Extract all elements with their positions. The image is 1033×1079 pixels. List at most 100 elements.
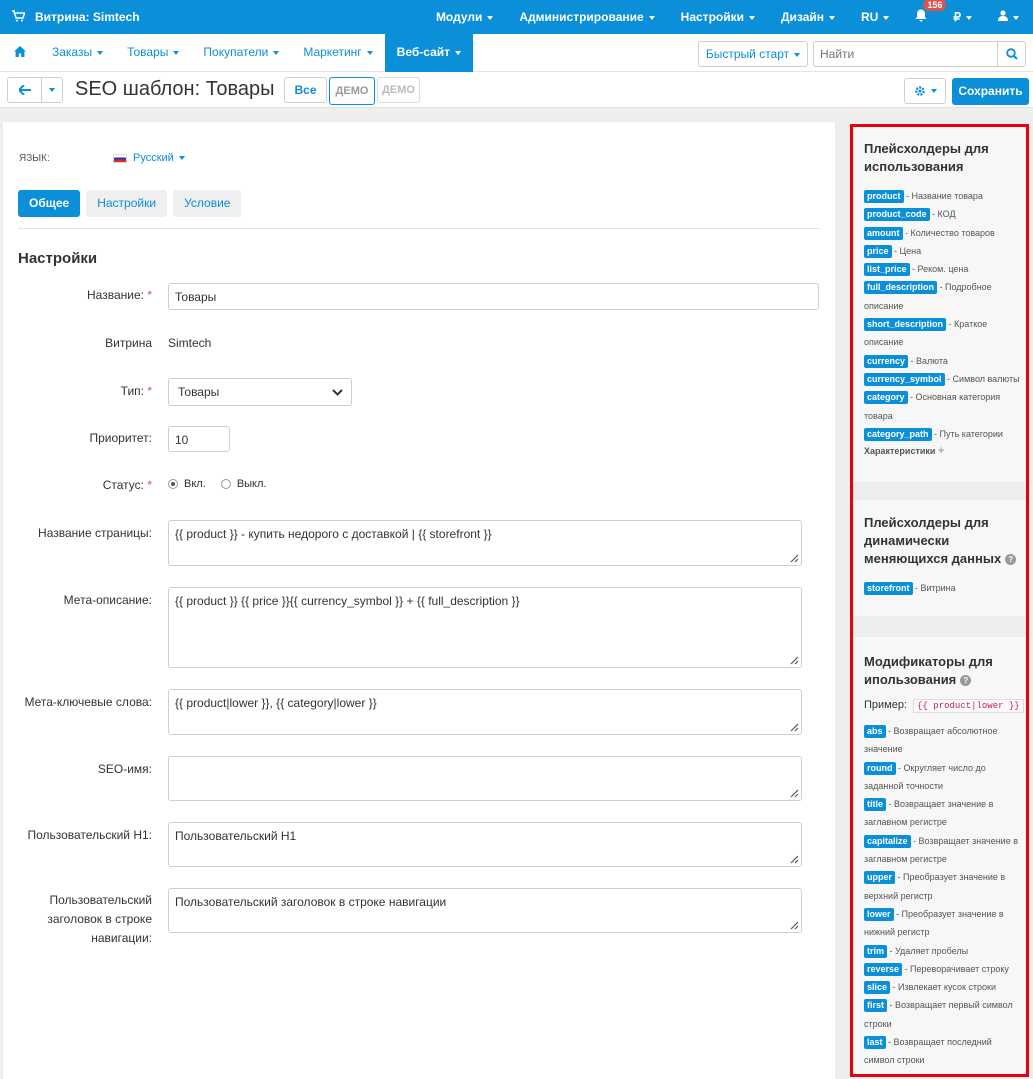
type-select[interactable]: Товары — [168, 378, 352, 406]
language-selector[interactable]: Русский — [113, 152, 185, 164]
search-input[interactable] — [814, 42, 998, 66]
placeholder-tag[interactable]: capitalize — [864, 834, 911, 848]
resize-handle-icon[interactable] — [789, 788, 799, 798]
placeholder-tag[interactable]: trim — [864, 944, 888, 958]
placeholder-tag[interactable]: currency — [864, 354, 909, 368]
title-bar: SEO шаблон: Товары Все ДЕМО ДЕМО Сохрани… — [0, 72, 1033, 108]
placeholder-tag[interactable]: category — [864, 391, 908, 405]
placeholder-tag[interactable]: storefront — [864, 582, 913, 595]
flag-ru-icon — [113, 153, 127, 163]
placeholder-tag[interactable]: first — [864, 999, 888, 1013]
meta-description-textarea[interactable]: {{ product }} {{ price }}{{ currency_sym… — [168, 587, 802, 668]
placeholder-tag[interactable]: short_description — [864, 318, 947, 332]
chevron-down-icon — [930, 89, 937, 93]
search-button[interactable] — [997, 42, 1025, 66]
dynamic-placeholders-title: Плейсхолдеры для динамически меняющихся … — [864, 514, 1026, 568]
placeholder-tag[interactable]: product — [864, 190, 904, 203]
resize-handle-icon[interactable] — [789, 553, 799, 563]
resize-handle-icon[interactable] — [789, 722, 799, 732]
placeholder-tag[interactable]: list_price — [864, 263, 910, 277]
placeholder-item: title - Возвращает значение в заглавном … — [864, 795, 1024, 832]
placeholder-item: category - Основная категория товара — [864, 388, 1022, 425]
placeholder-tag[interactable]: product_code — [864, 208, 930, 222]
placeholder-tag[interactable]: round — [864, 761, 896, 775]
menu-settings[interactable]: Настройки — [681, 10, 755, 24]
placeholder-item: capitalize - Возвращает значение в загла… — [864, 832, 1024, 869]
back-button[interactable] — [8, 78, 42, 102]
help-icon[interactable]: ? — [960, 675, 972, 687]
resize-handle-icon[interactable] — [789, 655, 799, 665]
nav-customers[interactable]: Покупатели — [191, 34, 291, 72]
placeholder-item: upper - Преобразует значение в верхний р… — [864, 868, 1024, 905]
menu-design[interactable]: Дизайн — [781, 10, 836, 24]
placeholder-description: - Название товара — [903, 191, 983, 201]
placeholder-tag[interactable]: slice — [864, 981, 891, 995]
chevron-down-icon — [173, 50, 180, 55]
store-switcher[interactable]: Витрина: Simtech — [12, 0, 140, 34]
resize-handle-icon[interactable] — [789, 920, 799, 930]
chevron-down-icon — [966, 15, 972, 20]
demo-button-2[interactable]: ДЕМО — [377, 77, 420, 103]
name-input[interactable]: Товары — [168, 283, 819, 310]
placeholder-item: currency_symbol - Символ валюты — [864, 370, 1022, 388]
placeholder-tag[interactable]: last — [864, 1036, 886, 1050]
help-icon[interactable]: ? — [1005, 554, 1017, 566]
meta-keywords-textarea[interactable]: {{ product|lower }}, {{ category|lower }… — [168, 689, 802, 735]
tab-settings[interactable]: Настройки — [86, 190, 168, 217]
nav-website[interactable]: Веб-сайт — [384, 34, 474, 72]
custom-h1-textarea[interactable]: Пользовательский H1 — [168, 822, 802, 867]
placeholder-tag[interactable]: lower — [864, 907, 894, 921]
menu-currency[interactable]: ₽ — [953, 10, 972, 24]
placeholder-tag[interactable]: reverse — [864, 962, 903, 976]
placeholder-tag[interactable]: full_description — [864, 281, 938, 295]
status-on-radio[interactable]: Вкл. — [168, 478, 206, 490]
settings-dropdown-button[interactable] — [904, 78, 946, 104]
status-radio-group: Вкл. Выкл. — [168, 478, 266, 490]
characteristics-toggle[interactable]: Характеристики + — [864, 442, 1026, 460]
chevron-down-icon — [455, 50, 462, 55]
user-menu[interactable] — [998, 10, 1019, 24]
menu-administration[interactable]: Администрирование — [519, 10, 655, 24]
custom-breadcrumb-textarea[interactable]: Пользовательский заголовок в строке нави… — [168, 888, 802, 933]
placeholder-item: round - Округляет число до заданной точн… — [864, 759, 1024, 796]
menu-language[interactable]: RU — [861, 10, 890, 24]
placeholder-description: - Цена — [891, 245, 922, 256]
tab-general[interactable]: Общее — [18, 190, 81, 217]
demo-button-1[interactable]: ДЕМО — [329, 77, 375, 105]
placeholder-description: - Символ валюты — [944, 373, 1020, 384]
quick-start-button[interactable]: Быстрый старт — [698, 41, 808, 67]
main-panel: ЯЗЫК: Русский Общее Настройки Условие На… — [3, 122, 835, 1079]
placeholder-tag[interactable]: category_path — [864, 427, 932, 441]
seo-name-textarea[interactable] — [168, 756, 802, 801]
tabs: Общее Настройки Условие — [18, 190, 247, 217]
placeholder-item: price - Цена — [864, 242, 1022, 260]
resize-handle-icon[interactable] — [789, 854, 799, 864]
storefront-label: Витрина — [105, 336, 152, 350]
placeholder-tag[interactable]: abs — [864, 725, 886, 738]
home-link[interactable] — [0, 34, 40, 72]
priority-input[interactable]: 10 — [168, 426, 230, 452]
chevron-down-icon — [748, 15, 755, 20]
status-off-radio[interactable]: Выкл. — [220, 478, 266, 490]
placeholder-tag[interactable]: currency_symbol — [864, 372, 945, 386]
modifiers-list: abs - Возвращает абсолютное значение roun… — [864, 722, 1026, 1070]
placeholder-tag[interactable]: upper — [864, 871, 896, 885]
placeholder-tag[interactable]: price — [864, 244, 892, 258]
notifications-button[interactable]: 156 — [915, 0, 947, 25]
save-button[interactable]: Сохранить — [952, 78, 1029, 105]
placeholder-item: storefront - Витрина — [864, 579, 1026, 597]
nav-marketing[interactable]: Маркетинг — [291, 34, 384, 72]
nav-products[interactable]: Товары — [115, 34, 191, 72]
chevron-down-icon — [1013, 15, 1019, 20]
all-button[interactable]: Все — [284, 77, 327, 103]
placeholder-tag[interactable]: title — [864, 798, 887, 812]
menu-modules[interactable]: Модули — [436, 10, 494, 24]
back-dropdown[interactable] — [42, 78, 62, 102]
placeholder-tag[interactable]: amount — [864, 226, 903, 240]
meta-keywords-label: Мета-ключевые слова: — [24, 695, 152, 709]
modifiers-title: Модификаторы для ипользования? — [864, 654, 993, 687]
custom-h1-label: Пользовательский H1: — [27, 828, 152, 842]
tab-condition[interactable]: Условие — [173, 190, 242, 217]
nav-orders[interactable]: Заказы — [40, 34, 115, 72]
page-title-textarea[interactable]: {{ product }} - купить недорого с достав… — [168, 520, 802, 566]
